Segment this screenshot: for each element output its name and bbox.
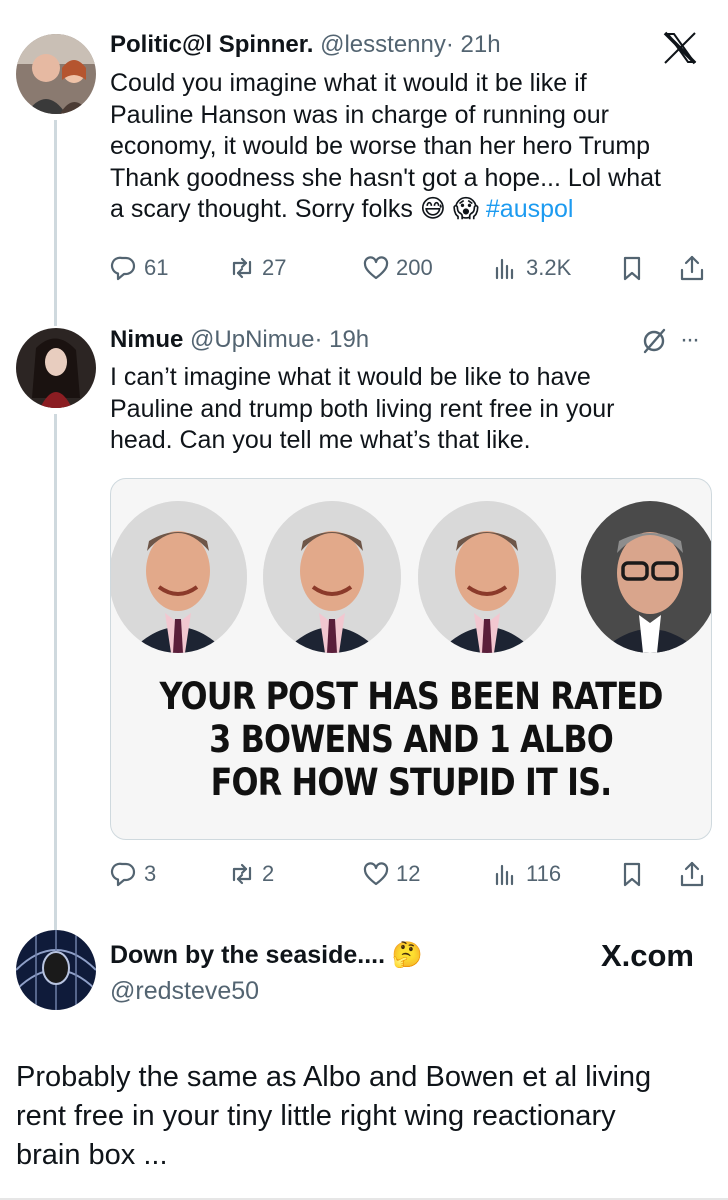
timestamp[interactable]: · 19h (314, 326, 369, 353)
like-button[interactable]: 12 (362, 858, 420, 890)
avatar[interactable] (16, 328, 96, 408)
like-icon (363, 256, 389, 280)
tweet-text-line: I can’t imagine what it would be like to… (110, 363, 591, 391)
bookmark-icon (623, 256, 641, 281)
repost-button[interactable]: 27 (228, 252, 286, 284)
like-button[interactable]: 200 (362, 252, 433, 284)
thread-line (54, 414, 57, 934)
quoted-header: Down by the seaside.... 🤔 (110, 940, 423, 971)
meme-caption-line: YOUR POST HAS BEEN RATED (159, 675, 663, 718)
reply-icon (110, 862, 136, 887)
quoted-handle-row: @redsteve50 (110, 976, 259, 1007)
avatar[interactable] (16, 34, 96, 114)
tweet-header: Nimue @UpNimue· 19h (110, 325, 369, 355)
reply-count: 3 (144, 861, 157, 886)
emoji: 🤔 (391, 941, 423, 969)
tweet-text-line: economy, it would be worse than her hero… (110, 132, 651, 160)
views-button[interactable]: 3.2K (492, 252, 571, 284)
views-icon (495, 864, 514, 886)
portrait-image (111, 501, 247, 653)
action-bar: 61 27 200 3.2K (110, 252, 710, 284)
repost-icon (232, 863, 252, 885)
meme-caption: YOUR POST HAS BEEN RATED 3 BOWENS AND 1 … (153, 675, 669, 804)
share-button[interactable] (678, 858, 706, 890)
bookmark-icon (623, 862, 641, 887)
tweet-text: I can’t imagine what it would be like to… (110, 362, 710, 457)
reply-text-line: Probably the same as Albo and Bowen et a… (16, 1061, 652, 1093)
hidden-reply-icon[interactable] (640, 327, 668, 355)
reply-button[interactable]: 3 (110, 858, 156, 890)
user-handle[interactable]: @UpNimue (190, 326, 314, 353)
repost-count: 27 (262, 255, 287, 280)
reply-button[interactable]: 61 (110, 252, 168, 284)
emoji: 😅 (419, 195, 446, 223)
repost-count: 2 (262, 861, 275, 886)
tweet-text-line: Thank goodness she hasn't got a hope... … (110, 163, 661, 192)
action-bar: 3 2 12 116 (110, 858, 710, 890)
display-name[interactable]: Nimue (110, 326, 183, 353)
views-icon (495, 258, 514, 280)
share-icon (680, 255, 704, 281)
reply-count: 61 (144, 255, 169, 280)
media-image[interactable]: YOUR POST HAS BEEN RATED 3 BOWENS AND 1 … (110, 478, 712, 840)
hashtag-link[interactable]: #auspol (486, 195, 574, 223)
tweet-text-line: head. Can you tell me what’s that like. (110, 426, 531, 454)
reply-text-line: brain box ... (16, 1139, 168, 1171)
reply-text: Probably the same as Albo and Bowen et a… (16, 1058, 716, 1175)
user-handle[interactable]: @lesstenny (320, 31, 446, 58)
timestamp[interactable]: · 21h (446, 31, 501, 58)
meme-caption-line: 3 BOWENS AND 1 ALBO (209, 718, 614, 761)
repost-button[interactable]: 2 (228, 858, 274, 890)
display-name[interactable]: Politic@l Spinner. (110, 31, 313, 58)
bookmark-button[interactable] (618, 858, 646, 890)
portrait-image (581, 501, 711, 653)
views-button[interactable]: 116 (492, 858, 561, 890)
display-name[interactable]: Down by the seaside.... (110, 941, 385, 969)
thread-line (54, 120, 57, 326)
x-logo-icon[interactable] (662, 30, 698, 66)
bookmark-button[interactable] (618, 252, 646, 284)
user-handle[interactable]: @redsteve50 (110, 977, 259, 1005)
like-icon (363, 862, 389, 886)
views-count: 116 (526, 861, 562, 886)
more-options-button[interactable]: ··· (680, 326, 700, 354)
reply-icon (110, 256, 136, 281)
tweet-text-line: Could you imagine what it would it be li… (110, 69, 587, 97)
tweet-text-line: Pauline Hanson was in charge of running … (110, 100, 609, 129)
avatar[interactable] (16, 930, 96, 1010)
portrait-image (263, 501, 401, 653)
share-icon (680, 861, 704, 887)
emoji: 😱 (452, 195, 479, 223)
repost-icon (232, 257, 252, 279)
views-count: 3.2K (526, 255, 572, 280)
reply-text-line: rent free in your tiny little right wing… (16, 1100, 616, 1132)
share-button[interactable] (678, 252, 706, 284)
like-count: 200 (396, 255, 433, 280)
like-count: 12 (396, 861, 421, 886)
tweet-text-line: a scary thought. Sorry folks 😅 😱 #auspol (110, 194, 710, 226)
x-com-watermark: X.com (600, 938, 694, 973)
tweet-text: Could you imagine what it would it be li… (110, 68, 710, 226)
tweet-text-segment: a scary thought. Sorry folks (110, 195, 413, 223)
tweet-text-line: Pauline and trump both living rent free … (110, 394, 615, 423)
tweet-header: Politic@l Spinner. @lesstenny· 21h (110, 30, 501, 60)
meme-caption-line: FOR HOW STUPID IT IS. (210, 761, 613, 804)
portrait-image (418, 501, 556, 653)
